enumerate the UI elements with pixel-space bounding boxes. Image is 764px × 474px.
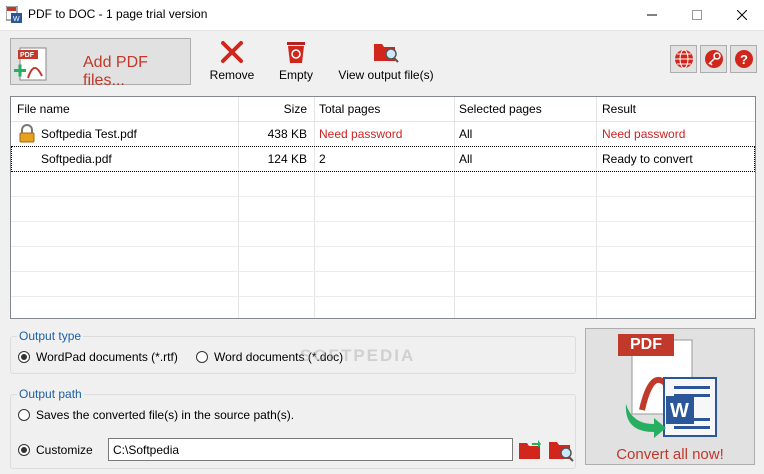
close-button[interactable]: [719, 0, 764, 30]
selected-pages-cell: All: [459, 127, 473, 141]
svg-text:W: W: [670, 400, 689, 422]
minimize-icon: [646, 14, 657, 16]
folder-icon: [519, 440, 541, 459]
radio-customize[interactable]: Customize: [18, 443, 93, 457]
result-cell: Need password: [602, 127, 686, 141]
radio-button[interactable]: [18, 409, 30, 421]
open-folder-button[interactable]: [548, 437, 574, 463]
radio-button[interactable]: [18, 444, 30, 456]
radio-source-path[interactable]: Saves the converted file(s) in the sourc…: [18, 408, 294, 422]
output-path-input[interactable]: [108, 438, 513, 461]
add-pdf-files-label: Add PDF files...: [83, 54, 148, 89]
table-header: File name Size Total pages Selected page…: [11, 97, 755, 122]
svg-text:PDF: PDF: [20, 52, 35, 59]
view-output-label: View output file(s): [338, 68, 434, 82]
radio-button[interactable]: [196, 351, 208, 363]
title-bar: W PDF to DOC - 1 page trial version: [0, 0, 764, 31]
window-title: PDF to DOC - 1 page trial version: [28, 7, 208, 21]
add-pdf-files-button[interactable]: PDF Add PDF files...: [10, 38, 191, 89]
result-cell: Ready to convert: [602, 152, 693, 166]
column-header-total-pages[interactable]: Total pages: [319, 102, 380, 116]
output-type-title: Output type: [17, 329, 84, 343]
column-header-result[interactable]: Result: [602, 102, 636, 116]
radio-wordpad-label: WordPad documents (*.rtf): [36, 350, 178, 364]
help-button[interactable]: ?: [730, 45, 757, 73]
convert-all-button[interactable]: W PDF Convert all now!: [585, 328, 755, 465]
radio-customize-label: Customize: [36, 443, 93, 457]
size-cell: 124 KB: [267, 152, 307, 166]
svg-text:?: ?: [740, 52, 748, 67]
output-path-title: Output path: [17, 387, 84, 401]
empty-row: [11, 246, 755, 272]
empty-row: [11, 196, 755, 222]
recycle-bin-icon: [287, 42, 305, 63]
close-icon: [736, 10, 747, 20]
table-row[interactable]: Softpedia.pdf 124 KB 2 All Ready to conv…: [11, 146, 755, 172]
remove-icon: [221, 41, 243, 63]
total-pages-cell: Need password: [319, 127, 403, 141]
key-icon: [704, 50, 723, 68]
remove-button[interactable]: Remove: [207, 40, 257, 82]
empty-row: [11, 171, 755, 197]
view-output-button[interactable]: View output file(s): [336, 40, 436, 82]
empty-row: [11, 221, 755, 247]
browse-folder-button[interactable]: [517, 437, 543, 463]
maximize-button[interactable]: [674, 0, 719, 30]
app-icon: W: [6, 6, 22, 23]
file-name-cell: Softpedia Test.pdf: [41, 127, 137, 141]
size-cell: 438 KB: [267, 127, 307, 141]
website-button[interactable]: [670, 45, 697, 73]
convert-all-label: Convert all now!: [616, 446, 724, 463]
lock-icon: [19, 124, 35, 143]
register-button[interactable]: [700, 45, 727, 73]
maximize-icon: [691, 10, 702, 20]
folder-search-icon: [374, 44, 399, 63]
add-pdf-icon: PDF: [14, 47, 47, 81]
table-row[interactable]: Softpedia Test.pdf 438 KB Need password …: [11, 121, 755, 147]
file-list[interactable]: File name Size Total pages Selected page…: [10, 96, 756, 319]
minimize-button[interactable]: [629, 0, 674, 30]
total-pages-cell: 2: [319, 152, 326, 166]
column-header-selected-pages[interactable]: Selected pages: [459, 102, 542, 116]
empty-row: [11, 296, 755, 318]
empty-button[interactable]: Empty: [274, 40, 318, 82]
selected-pages-cell: All: [459, 152, 473, 166]
watermark: SOFTPEDIA: [300, 346, 416, 365]
column-header-file-name[interactable]: File name: [17, 102, 70, 116]
empty-label: Empty: [278, 68, 313, 82]
file-name-cell: Softpedia.pdf: [41, 152, 112, 166]
radio-source-path-label: Saves the converted file(s) in the sourc…: [36, 408, 295, 422]
radio-button[interactable]: [18, 351, 30, 363]
column-header-size[interactable]: Size: [237, 102, 307, 116]
folder-search-icon: [549, 442, 574, 462]
globe-icon: [674, 49, 693, 69]
help-icon: ?: [734, 50, 753, 68]
radio-wordpad[interactable]: WordPad documents (*.rtf): [18, 350, 178, 364]
pdf-badge: PDF: [618, 334, 674, 356]
empty-row: [11, 271, 755, 297]
svg-text:W: W: [13, 16, 20, 23]
remove-label: Remove: [209, 68, 255, 82]
